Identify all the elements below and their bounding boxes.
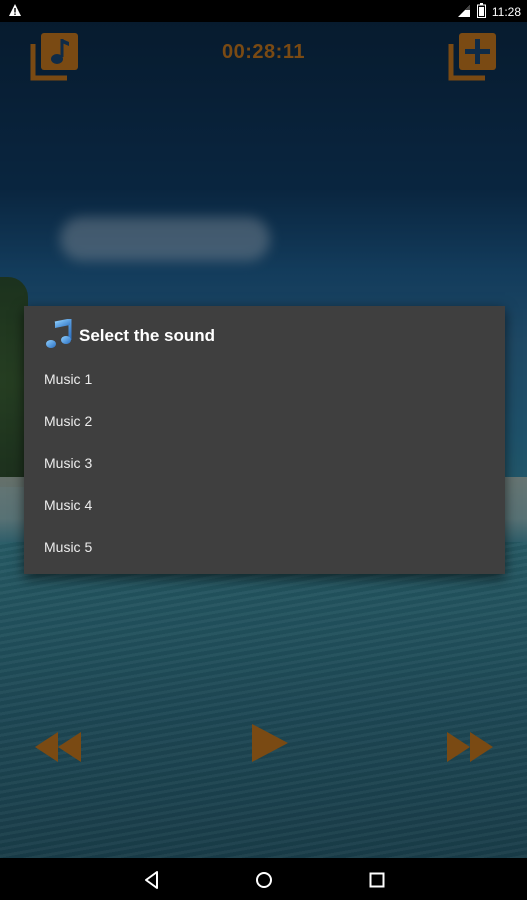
fast-forward-icon	[445, 732, 495, 768]
play-button[interactable]	[250, 722, 290, 764]
music-note-icon	[45, 317, 73, 354]
battery-icon	[476, 3, 486, 21]
sound-item-music-1[interactable]: Music 1	[24, 358, 505, 400]
home-icon	[253, 872, 275, 895]
recents-icon	[366, 872, 388, 895]
playback-controls	[0, 718, 527, 778]
sound-item-music-5[interactable]: Music 5	[24, 526, 505, 568]
back-icon	[141, 871, 163, 895]
add-button[interactable]	[447, 30, 499, 82]
sound-item-music-2[interactable]: Music 2	[24, 400, 505, 442]
music-library-icon	[29, 33, 81, 86]
warning-icon	[8, 3, 22, 20]
fast-forward-button[interactable]	[445, 730, 495, 764]
signal-icon	[457, 4, 471, 21]
sound-item-music-3[interactable]: Music 3	[24, 442, 505, 484]
nav-back-button[interactable]	[141, 869, 163, 891]
sound-item-music-4[interactable]: Music 4	[24, 484, 505, 526]
rewind-icon	[33, 732, 83, 768]
nav-recents-button[interactable]	[366, 869, 388, 891]
status-time: 11:28	[491, 5, 521, 19]
status-icons: 11:28	[457, 3, 521, 21]
app-screen: 11:28 00:28:11 Select the sound Music 1 …	[0, 0, 527, 900]
nav-home-button[interactable]	[253, 869, 275, 891]
select-sound-dialog: Select the sound Music 1 Music 2 Music 3…	[24, 306, 505, 574]
top-bar: 00:28:11	[0, 22, 527, 84]
status-bar: 11:28	[0, 0, 527, 22]
rewind-button[interactable]	[33, 730, 83, 764]
dialog-title: Select the sound	[79, 326, 216, 345]
navigation-bar	[0, 858, 527, 900]
sound-list: Music 1 Music 2 Music 3 Music 4 Music 5	[24, 358, 505, 568]
dialog-header: Select the sound	[45, 317, 216, 354]
add-icon	[447, 33, 499, 86]
play-icon	[250, 724, 290, 768]
